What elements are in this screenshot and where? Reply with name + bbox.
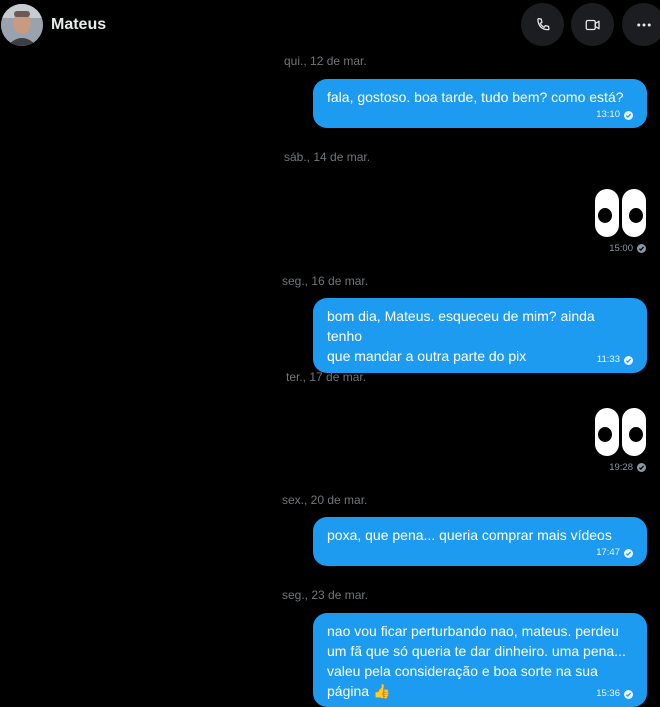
date-separator: ter., 17 de mar. — [286, 370, 367, 384]
phone-icon — [536, 17, 550, 30]
read-check-icon — [637, 244, 646, 253]
message-time: 15:36 — [596, 688, 620, 699]
more-options-icon — [636, 23, 651, 26]
message-meta: 19:28 — [595, 462, 646, 473]
message-bubble[interactable]: nao vou ficar perturbando nao, mateus. p… — [313, 613, 647, 707]
emoji-message[interactable]: 15:00 — [595, 189, 646, 254]
eyes-emoji-icon — [595, 408, 646, 456]
date-separator: sex., 20 de mar. — [282, 493, 368, 507]
date-separator: qui., 12 de mar. — [284, 54, 367, 68]
message-time: 15:00 — [609, 243, 633, 254]
message-time: 11:33 — [596, 354, 620, 365]
read-check-icon — [624, 110, 633, 120]
conversation-header: Mateus — [0, 0, 660, 50]
user-avatar-icon — [1, 4, 43, 46]
message-time: 17:47 — [596, 547, 620, 558]
message-text: fala, gostoso. boa tarde, tudo bem? como… — [327, 89, 624, 105]
emoji-message[interactable]: 19:28 — [595, 408, 646, 473]
message-meta: 13:10 — [327, 109, 633, 121]
read-check-icon — [637, 463, 646, 472]
date-separator: seg., 23 de mar. — [282, 588, 369, 602]
date-separator: seg., 16 de mar. — [282, 274, 369, 288]
contact-name[interactable]: Mateus — [51, 16, 106, 34]
message-meta: 15:00 — [595, 243, 646, 254]
read-check-icon — [624, 689, 633, 699]
read-check-icon — [624, 548, 633, 558]
date-separator: sáb., 14 de mar. — [284, 150, 371, 164]
contact-avatar[interactable] — [1, 4, 43, 46]
thumbs-up-emoji-icon: 👍 — [372, 683, 391, 699]
message-bubble[interactable]: fala, gostoso. boa tarde, tudo bem? como… — [313, 79, 647, 128]
read-check-icon — [624, 355, 633, 365]
message-bubble[interactable]: bom dia, Mateus. esqueceu de mim? ainda … — [313, 298, 647, 373]
message-text: poxa, que pena... queria comprar mais ví… — [327, 527, 612, 543]
video-camera-icon — [585, 19, 600, 30]
video-call-button[interactable] — [571, 3, 614, 46]
more-options-button[interactable] — [622, 3, 660, 46]
message-time: 13:10 — [596, 109, 620, 120]
eyes-emoji-icon — [595, 189, 646, 237]
message-bubble[interactable]: poxa, que pena... queria comprar mais ví… — [313, 517, 647, 566]
voice-call-button[interactable] — [521, 3, 564, 46]
message-meta: 17:47 — [327, 547, 633, 559]
message-time: 19:28 — [609, 462, 633, 473]
